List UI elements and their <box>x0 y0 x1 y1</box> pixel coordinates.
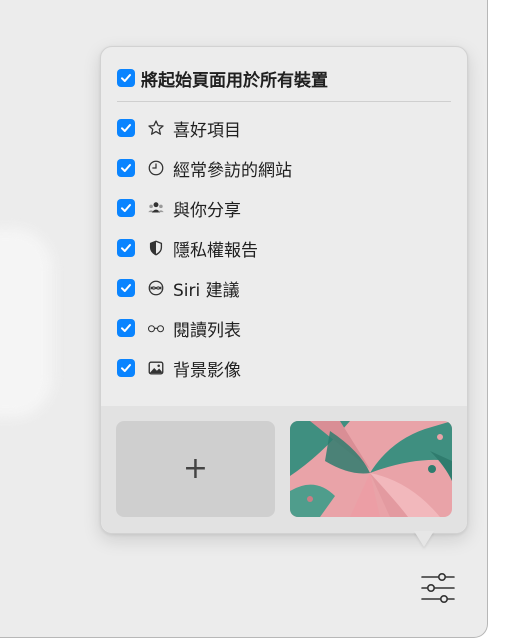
option-label: 經常參訪的網站 <box>173 160 292 181</box>
start-page-customize-popover: 將起始頁面用於所有裝置 喜好項目 經常參訪的網站 與你分享 隱私權報告 Siri… <box>100 46 468 534</box>
background-blur-shape <box>0 228 53 418</box>
butterfly-background-thumbnail[interactable] <box>290 421 452 517</box>
people-icon <box>147 199 165 217</box>
checkmark-icon <box>121 324 131 332</box>
option-label: Siri 建議 <box>173 280 240 301</box>
checkbox[interactable] <box>117 119 135 137</box>
option-background-image[interactable]: 背景影像 <box>117 355 241 381</box>
checkbox[interactable] <box>117 199 135 217</box>
option-label: 喜好項目 <box>173 120 241 141</box>
sliders-icon <box>421 573 455 603</box>
photo-icon <box>147 359 165 377</box>
checkbox[interactable] <box>117 239 135 257</box>
option-label: 閱讀列表 <box>173 320 241 341</box>
checkmark-icon <box>121 364 131 372</box>
option-shared-with-you[interactable]: 與你分享 <box>117 195 241 221</box>
glasses-icon <box>147 319 165 337</box>
use-start-page-all-devices-toggle[interactable]: 將起始頁面用於所有裝置 <box>117 65 328 91</box>
star-icon <box>147 119 165 137</box>
checkmark-icon <box>121 204 131 212</box>
checkbox[interactable] <box>117 69 135 87</box>
checkbox[interactable] <box>117 359 135 377</box>
option-reading-list[interactable]: 閱讀列表 <box>117 315 241 341</box>
checkmark-icon <box>121 244 131 252</box>
siri-icon <box>147 279 165 297</box>
checkmark-icon <box>121 124 131 132</box>
checkmark-icon <box>121 164 131 172</box>
checkbox[interactable] <box>117 159 135 177</box>
checkbox[interactable] <box>117 319 135 337</box>
checkmark-icon <box>121 284 131 292</box>
option-favorites[interactable]: 喜好項目 <box>117 115 241 141</box>
option-label: 與你分享 <box>173 200 241 221</box>
option-siri-suggestions[interactable]: Siri 建議 <box>117 275 240 301</box>
option-label: 隱私權報告 <box>173 240 258 261</box>
start-page-window: 將起始頁面用於所有裝置 喜好項目 經常參訪的網站 與你分享 隱私權報告 Siri… <box>0 0 488 638</box>
background-image-picker: + <box>101 406 467 533</box>
add-background-button[interactable]: + <box>116 421 275 517</box>
butterfly-image <box>290 421 452 517</box>
option-privacy-report[interactable]: 隱私權報告 <box>117 235 258 261</box>
shield-icon <box>147 239 165 257</box>
clock-icon <box>147 159 165 177</box>
divider <box>117 101 451 102</box>
option-frequently-visited[interactable]: 經常參訪的網站 <box>117 155 292 181</box>
option-label: 背景影像 <box>173 360 241 381</box>
popover-arrow <box>414 531 434 547</box>
checkbox[interactable] <box>117 279 135 297</box>
checkmark-icon <box>121 74 131 82</box>
customize-start-page-button[interactable] <box>418 569 458 609</box>
use-start-page-all-devices-label: 將起始頁面用於所有裝置 <box>141 70 328 91</box>
